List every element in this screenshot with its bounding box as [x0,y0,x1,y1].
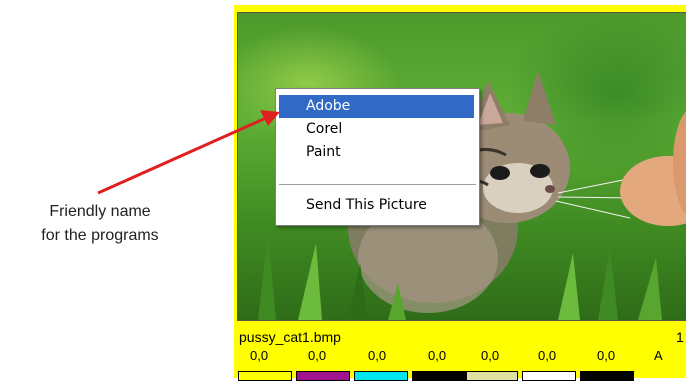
filename-label: pussy_cat1.bmp [239,329,341,345]
color-swatch[interactable] [412,371,466,381]
channel-label: A [654,348,663,363]
menu-separator [279,184,476,186]
menu-item-corel[interactable]: Corel [279,118,474,141]
page-number: 1 [676,329,684,345]
channel-value: 0,0 [308,348,327,363]
channel-value: 0,0 [250,348,269,363]
channel-value: 0,0 [428,348,447,363]
color-swatch[interactable] [580,371,634,381]
annotation-line-1: Friendly name [49,203,151,220]
color-swatch[interactable] [238,371,292,381]
menu-item-adobe[interactable]: Adobe [279,95,474,118]
channel-value: 0,0 [481,348,500,363]
channel-value: 0,0 [538,348,557,363]
color-swatch[interactable] [522,371,576,381]
color-swatch[interactable] [466,371,518,381]
context-menu: Adobe Corel Paint Send This Picture [275,88,480,226]
menu-item-send-this-picture[interactable]: Send This Picture [279,194,474,217]
color-swatch[interactable] [296,371,350,381]
menu-item-paint[interactable]: Paint [279,141,474,164]
annotation-text: Friendly name for the programs [0,200,200,248]
annotation-line-2: for the programs [41,227,159,244]
color-swatch[interactable] [354,371,408,381]
channel-value: 0,0 [597,348,616,363]
channel-value: 0,0 [368,348,387,363]
